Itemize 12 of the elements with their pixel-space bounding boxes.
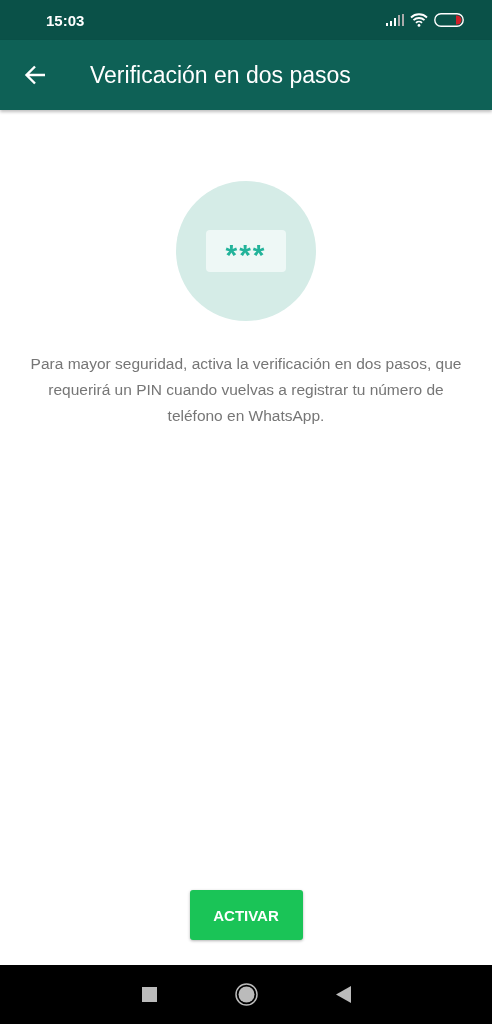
- description-text: Para mayor seguridad, activa la verificación en dos pasos, que requerirá un PIN cuando vuelvas a registrar tu número de teléfono en WhatsApp.: [29, 354, 463, 426]
- screen-title: Verificación en dos pasos: [90, 61, 351, 89]
- back-arrow-icon[interactable]: [24, 64, 46, 86]
- battery-icon: [434, 13, 464, 27]
- activate-button[interactable]: ACTIVAR: [189, 890, 303, 940]
- back-icon[interactable]: [335, 986, 351, 1003]
- wifi-icon: [410, 13, 428, 27]
- home-icon[interactable]: [234, 983, 258, 1006]
- recents-icon[interactable]: [141, 987, 157, 1002]
- signal-icon: [386, 14, 404, 26]
- status-time: 15:03: [46, 11, 85, 29]
- pin-mask: ***: [206, 230, 286, 272]
